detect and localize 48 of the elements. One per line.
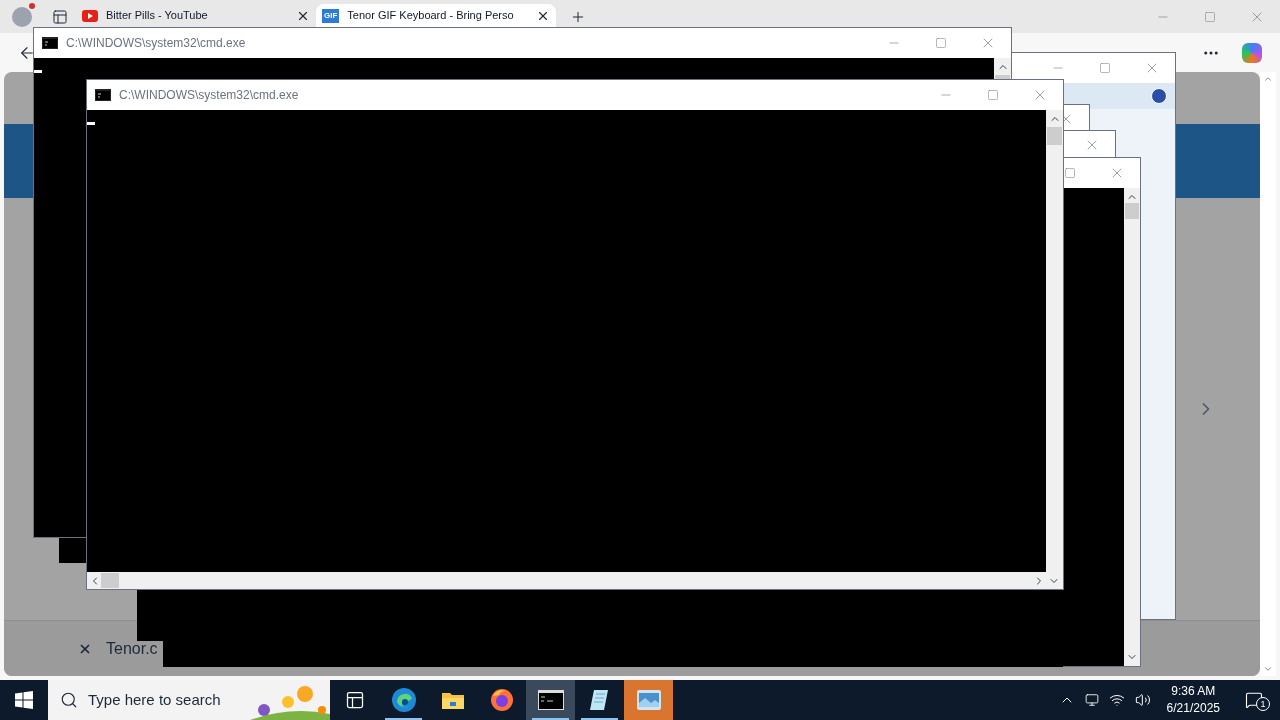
window-title: C:\WINDOWS\system32\cmd.exe [66,35,246,52]
firefox-icon [489,688,514,712]
browser-tab[interactable]: Bitter Pills - YouTube [76,4,316,27]
start-icon[interactable] [15,691,33,709]
tab-title: Bitter Pills - YouTube [106,8,209,24]
browser-tab[interactable]: GIF Tenor GIF Keyboard - Bring Perso [316,4,556,27]
terminal-icon [42,37,58,49]
video-play-icon [82,9,98,22]
text-cursor [87,122,95,125]
tab-actions-icon[interactable] [52,8,68,25]
network-icon[interactable] [1108,692,1125,708]
maximize-icon[interactable] [1204,10,1216,23]
taskbar-app[interactable] [526,680,575,720]
terminal-icon [537,690,564,710]
maximize-icon[interactable] [1064,167,1076,179]
help-icon[interactable] [1151,88,1167,104]
search-icon [60,691,78,709]
scroll-thumb[interactable] [1125,203,1139,219]
notification-count: 1 [1256,697,1270,711]
page-scrollbar[interactable] [1260,72,1276,676]
scroll-thumb[interactable] [1047,127,1062,145]
folder-icon [440,690,465,710]
maximize-icon[interactable] [935,37,947,49]
task-view-icon [344,690,365,710]
meeting-icon[interactable] [1084,693,1099,707]
clock-time: 9:36 AM [1171,683,1216,700]
scroll-up-icon[interactable] [1263,74,1273,84]
copilot-icon[interactable] [1242,42,1262,63]
profile-avatar[interactable] [12,6,32,27]
clock[interactable]: 9:36 AM 6/21/2025 [1160,683,1226,717]
volume-icon[interactable] [1134,692,1151,708]
window-title: C:\WINDOWS\system32\cmd.exe [119,87,299,104]
photos-icon [636,690,661,710]
gif-favicon: GIF [322,8,340,23]
maximize-icon[interactable] [987,89,999,101]
browser-icon [390,687,417,713]
vertical-scrollbar[interactable] [1124,188,1140,666]
notice-text: Tenor.c [106,638,158,659]
search-field[interactable]: Type here to search [48,680,330,720]
horizontal-scrollbar[interactable] [87,572,1063,589]
terminal-icon [95,89,111,101]
scroll-down-icon[interactable] [1263,664,1273,674]
vertical-scrollbar[interactable] [1046,110,1063,572]
maximize-icon[interactable] [1099,62,1111,74]
clock-date: 6/21/2025 [1166,700,1220,717]
notifications-icon[interactable] [1245,691,1263,709]
tab-title: Tenor GIF Keyboard - Bring Perso [347,8,515,24]
scroll-thumb[interactable] [101,573,119,588]
